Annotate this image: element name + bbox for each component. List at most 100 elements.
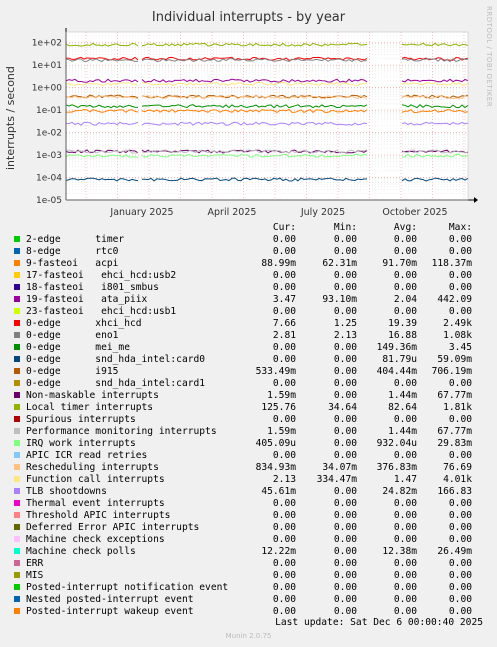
legend-label: 0-edge i915: [26, 366, 119, 377]
legend-max-value: 29.83m: [437, 438, 472, 449]
legend-cur-value: 1.59m: [267, 426, 296, 437]
legend-max-value: 706.19m: [431, 366, 472, 377]
legend-row: TLB shootdowns 45.61m 0.00 24.82m 166.83: [0, 486, 497, 498]
legend-row: 19-fasteoi ata_piix 3.47 93.10m 2.04 442.09: [0, 294, 497, 306]
legend-row: 9-fasteoi acpi 88.99m 62.31m 91.70m 118.37m: [0, 258, 497, 270]
legend-cur-value: 0.00: [272, 594, 296, 605]
legend-cur-value: 0.00: [272, 522, 296, 533]
legend-max-value: 4.01k: [443, 474, 472, 485]
x-tick-label: April 2025: [208, 207, 257, 218]
legend-swatch: [14, 596, 20, 602]
legend-row: Spurious interrupts 0.00 0.00 0.00 0.00: [0, 414, 497, 426]
legend-row: Deferred Error APIC interrupts 0.00 0.00 0.…: [0, 522, 497, 534]
legend-max-value: 0.00: [448, 414, 472, 425]
legend-max-value: 0.00: [448, 246, 472, 257]
last-update: Last update: Sat Dec 6 00:00:40 2025: [275, 617, 483, 628]
legend-row: Threshold APIC interrupts 0.00 0.00 0.00 0.0…: [0, 510, 497, 522]
legend-row: APIC ICR read retries 0.00 0.00 0.00 0.00: [0, 450, 497, 462]
legend-row: 0-edge snd_hda_intel:card1 0.00 0.00 0.00 0.…: [0, 378, 497, 390]
legend-cur-value: 0.00: [272, 306, 296, 317]
y-tick-label: 1e+01: [32, 61, 62, 71]
legend-label: Local timer interrupts: [26, 402, 154, 413]
legend-swatch: [14, 500, 20, 506]
y-tick-label: 1e+00: [32, 84, 63, 94]
legend-label: MIS: [26, 570, 44, 581]
legend-max-value: 0.00: [448, 306, 472, 317]
legend-swatch: [14, 356, 20, 362]
legend-row: 0-edge snd_hda_intel:card0 0.00 0.00 81.79u…: [0, 354, 497, 366]
header-max: Max:: [448, 222, 472, 233]
legend-cur-value: 0.00: [272, 582, 296, 593]
legend-cur-value: 2.13: [272, 474, 296, 485]
legend-header: Cur: Min: Avg: Max:: [0, 222, 497, 234]
x-tick-label: October 2025: [382, 207, 447, 218]
legend-swatch: [14, 392, 20, 398]
legend-max-value: 0.00: [448, 570, 472, 581]
legend-max-value: 3.45: [448, 342, 472, 353]
legend-row: ERR 0.00 0.00 0.00 0.00: [0, 558, 497, 570]
legend-max-value: 0.00: [448, 534, 472, 545]
legend-label: 19-fasteoi ata_piix: [26, 294, 148, 305]
legend-cur-value: 0.00: [272, 282, 296, 293]
legend-row: Posted-interrupt notification event 0.00 0…: [0, 582, 497, 594]
legend-max-value: 1.08k: [443, 330, 472, 341]
legend-row: Rescheduling interrupts 834.93m 34.07m 376.…: [0, 462, 497, 474]
legend-row: IRQ work interrupts 405.09u 0.00 932.04u 29.…: [0, 438, 497, 450]
legend-label: 9-fasteoi acpi: [26, 258, 119, 269]
legend-row: Performance monitoring interrupts 1.59m 0.…: [0, 426, 497, 438]
legend-swatch: [14, 536, 20, 542]
legend-max-value: 59.09m: [437, 354, 472, 365]
legend-swatch: [14, 560, 20, 566]
legend-swatch: [14, 308, 20, 314]
legend-max-value: 2.49k: [443, 318, 472, 329]
legend-row: 0-edge eno1 2.81 2.13 16.88 1.08k: [0, 330, 497, 342]
legend-swatch: [14, 380, 20, 386]
legend-max-value: 442.09: [437, 294, 472, 305]
legend-label: Posted-interrupt wakeup event: [26, 606, 194, 617]
legend-cur-value: 7.66: [272, 318, 296, 329]
legend-max-value: 118.37m: [431, 258, 472, 269]
legend-row: 2-edge timer 0.00 0.00 0.00 0.00: [0, 234, 497, 246]
legend-row: 8-edge rtc0 0.00 0.00 0.00 0.00: [0, 246, 497, 258]
legend-swatch: [14, 416, 20, 422]
legend-swatch: [14, 236, 20, 242]
legend-label: Posted-interrupt notification event: [26, 582, 229, 593]
legend-row: 23-fasteoi ehci_hcd:usb1 0.00 0.00 0.00 0.00: [0, 306, 497, 318]
legend-label: Spurious interrupts: [26, 414, 136, 425]
legend-label: Threshold APIC interrupts: [26, 510, 171, 521]
legend-label: 0-edge eno1: [26, 330, 119, 341]
legend-max-value: 0.00: [448, 498, 472, 509]
legend-cur-value: 125.76: [261, 402, 296, 413]
x-tick-label: January 2025: [109, 207, 173, 218]
legend-row: 0-edge xhci_hcd 7.66 1.25 19.39 2.49k: [0, 318, 497, 330]
legend-cur-value: 0.00: [272, 534, 296, 545]
legend-label: 8-edge rtc0: [26, 246, 119, 257]
legend-max-value: 0.00: [448, 282, 472, 293]
legend-cur-value: 0.00: [272, 570, 296, 581]
legend-label: 0-edge snd_hda_intel:card0: [26, 354, 206, 365]
legend-max-value: 0.00: [448, 510, 472, 521]
legend-max-value: 0.00: [448, 594, 472, 605]
legend-swatch: [14, 368, 20, 374]
plot-area: [66, 32, 468, 200]
legend-max-value: 0.00: [448, 522, 472, 533]
y-tick-label: 1e-04: [36, 174, 62, 184]
legend-max-value: 0.00: [448, 378, 472, 389]
legend-swatch: [14, 548, 20, 554]
legend-row: 17-fasteoi ehci_hcd:usb2 0.00 0.00 0.00 0.00: [0, 270, 497, 282]
legend-cur-value: 834.93m: [255, 462, 296, 473]
legend-swatch: [14, 572, 20, 578]
legend-cur-value: 2.81: [272, 330, 296, 341]
legend-swatch: [14, 260, 20, 266]
legend-cur-value: 0.00: [272, 606, 296, 617]
chart-plot: 1e+02 1e+01 1e+00 1e-01 1e-02 1e-03 1e-04 1e-05…: [32, 28, 478, 218]
legend-cur-value: 1.59m: [267, 390, 296, 401]
legend-label: Non-maskable interrupts: [26, 390, 159, 401]
legend-label: 18-fasteoi i801_smbus: [26, 282, 159, 293]
header-cur: Cur:: [272, 222, 296, 233]
legend-max-value: 0.00: [448, 450, 472, 461]
legend-cur-value: 12.22m: [261, 546, 296, 557]
legend-label: 2-edge timer: [26, 234, 125, 245]
legend-swatch: [14, 476, 20, 482]
legend-row: Local timer interrupts 125.76 34.64 82.64 1.…: [0, 402, 497, 414]
